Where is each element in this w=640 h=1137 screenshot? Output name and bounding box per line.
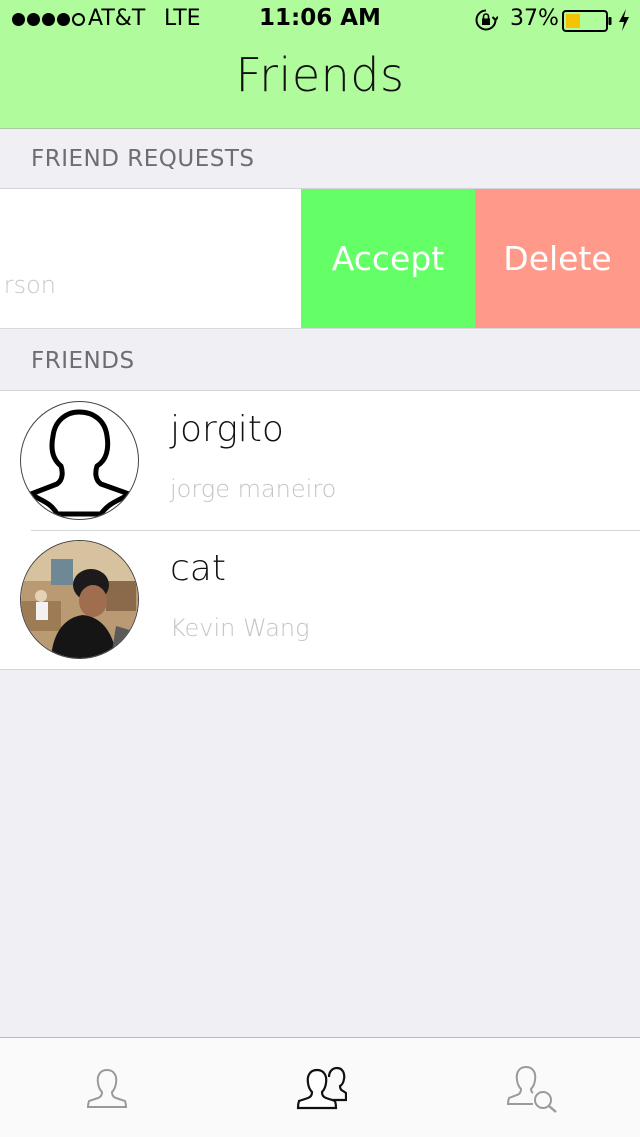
tab-profile[interactable] <box>0 1038 213 1137</box>
friend-request-content[interactable]: rson <box>0 189 301 328</box>
default-person-icon <box>28 409 132 517</box>
tab-friends[interactable] <box>213 1038 426 1137</box>
person-icon <box>86 1068 127 1108</box>
friends-header: FRIENDS <box>0 328 640 390</box>
friend-request-row[interactable]: rson Accept Delete <box>0 188 640 329</box>
nav-header: AT&T LTE 11:06 AM 37% Friends <box>0 0 640 129</box>
people-icon <box>296 1066 347 1109</box>
accept-button[interactable]: Accept <box>301 189 475 328</box>
person-search-icon <box>506 1065 557 1113</box>
friend-username: cat <box>170 548 226 589</box>
page-title: Friends <box>235 48 405 102</box>
status-bar: AT&T LTE 11:06 AM 37% <box>0 0 640 40</box>
charging-bolt-icon <box>617 8 631 36</box>
friend-photo <box>21 541 138 658</box>
friend-full-name: jorge maneiro <box>170 475 337 503</box>
avatar <box>20 540 139 659</box>
friend-request-name: rson <box>3 271 56 299</box>
friends-list: jorgito jorge maneiro cat Kevin Wang <box>0 390 640 670</box>
tab-bar <box>0 1037 640 1137</box>
avatar <box>20 401 139 520</box>
friend-username: jorgito <box>170 409 284 450</box>
rotation-lock-icon <box>474 8 499 36</box>
friend-full-name: Kevin Wang <box>170 614 310 642</box>
tab-search[interactable] <box>427 1038 640 1137</box>
friend-row[interactable]: cat Kevin Wang <box>0 530 640 669</box>
friend-requests-header: FRIEND REQUESTS <box>31 146 255 172</box>
battery-percent: 37% <box>510 6 559 31</box>
friend-row[interactable]: jorgito jorge maneiro <box>0 391 640 530</box>
battery-icon <box>562 9 614 37</box>
delete-button[interactable]: Delete <box>475 189 640 328</box>
